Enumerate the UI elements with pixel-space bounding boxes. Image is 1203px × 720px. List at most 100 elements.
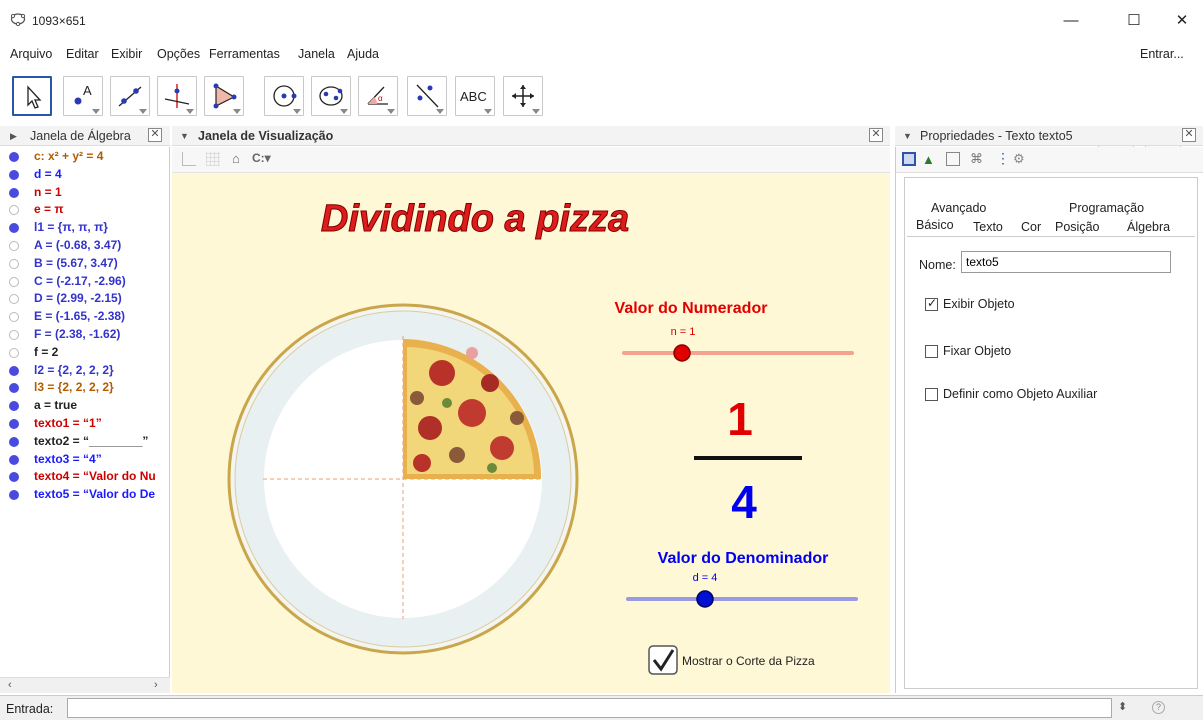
hidden-dot-icon[interactable] [9, 258, 19, 269]
algebra-close-icon[interactable]: ✕ [148, 128, 162, 142]
visible-dot-icon[interactable] [9, 152, 19, 162]
fix-object-checkbox[interactable] [925, 345, 938, 358]
visible-dot-icon[interactable] [9, 436, 19, 447]
algebra-item[interactable]: c: x² + y² = 4 [0, 148, 170, 165]
tab-cor[interactable]: Cor [1021, 220, 1041, 234]
minimize-button[interactable]: — [1057, 8, 1085, 34]
scroll-right-icon[interactable]: › [154, 679, 158, 691]
visible-dot-icon[interactable] [9, 365, 19, 376]
algebra-item[interactable]: F = (2.38, -1.62) [0, 326, 170, 343]
grid-toggle-icon[interactable] [206, 152, 220, 166]
hidden-dot-icon[interactable] [9, 241, 19, 251]
visible-dot-icon[interactable] [9, 472, 19, 483]
visible-dot-icon[interactable] [9, 490, 19, 501]
layout-props-icon[interactable] [946, 152, 960, 166]
collapse-triangle-icon[interactable]: ▼ [180, 126, 189, 146]
visible-dot-icon[interactable] [9, 383, 19, 394]
shapes-props-icon[interactable]: ▲ [922, 152, 935, 167]
move-view-tool-button[interactable] [503, 76, 543, 116]
tab-algebra[interactable]: Álgebra [1127, 220, 1170, 234]
algebra-item[interactable]: texto5 = “Valor do De [0, 486, 170, 503]
numerator-slider-handle[interactable] [673, 344, 691, 362]
graphics-props-icon[interactable] [902, 152, 916, 166]
advanced-props-icon[interactable]: ⚙ [1013, 151, 1025, 167]
polygon-tool-button[interactable] [204, 76, 244, 116]
menu-ajuda[interactable]: Ajuda [347, 47, 379, 61]
algebra-item[interactable]: texto1 = “1” [0, 415, 170, 432]
menu-opcoes[interactable]: Opções [157, 47, 200, 61]
visible-dot-icon[interactable] [9, 401, 19, 412]
algebra-item[interactable]: D = (2.99, -2.15) [0, 290, 170, 307]
graphics-canvas[interactable]: Dividindo a pizza Valor do Numerador n =… [172, 173, 890, 693]
visible-dot-icon[interactable] [9, 419, 19, 429]
perpendicular-tool-button[interactable] [157, 76, 197, 116]
close-button[interactable]: ✕ [1168, 8, 1196, 34]
angle-tool-button[interactable]: α [358, 76, 398, 116]
denominator-slider-handle[interactable] [696, 590, 714, 608]
hidden-dot-icon[interactable] [9, 276, 19, 287]
visible-dot-icon[interactable] [9, 454, 19, 465]
visible-dot-icon[interactable] [9, 223, 19, 234]
aux-object-checkbox[interactable] [925, 388, 938, 401]
menu-janela[interactable]: Janela [298, 47, 335, 61]
scroll-left-icon[interactable]: ‹ [8, 679, 12, 691]
hidden-dot-icon[interactable] [9, 330, 19, 340]
line-tool-button[interactable] [110, 76, 150, 116]
algebra-item[interactable]: texto2 = “________” [0, 433, 170, 450]
tab-posicao[interactable]: Posição [1055, 220, 1099, 234]
visible-dot-icon[interactable] [9, 169, 19, 180]
tab-programacao[interactable]: Programação [1069, 201, 1144, 215]
algebra-props-icon[interactable]: ⌘ [970, 151, 983, 167]
algebra-item[interactable]: l1 = {π, π, π} [0, 219, 170, 236]
menu-arquivo[interactable]: Arquivo [10, 47, 52, 61]
menu-editar[interactable]: Editar [66, 47, 99, 61]
algebra-item-text: l2 = {2, 2, 2, 2} [34, 362, 114, 377]
axes-toggle-icon[interactable] [182, 152, 196, 166]
properties-collapse-icon[interactable]: ▼ [903, 126, 912, 146]
algebra-item[interactable]: e = π [0, 201, 170, 218]
move-tool-button[interactable] [12, 76, 52, 116]
hidden-dot-icon[interactable] [9, 205, 19, 216]
algebra-item[interactable]: l2 = {2, 2, 2, 2} [0, 362, 170, 379]
algebra-item[interactable]: texto3 = “4” [0, 451, 170, 468]
algebra-item[interactable]: E = (-1.65, -2.38) [0, 308, 170, 325]
algebra-item[interactable]: l3 = {2, 2, 2, 2} [0, 379, 170, 396]
tab-avancado[interactable]: Avançado [931, 201, 986, 215]
input-field[interactable] [67, 698, 1112, 718]
name-input[interactable] [961, 251, 1171, 273]
login-link[interactable]: Entrar... [1140, 47, 1184, 61]
maximize-button[interactable]: ☐ [1120, 8, 1148, 34]
input-help-icon[interactable]: ? [1152, 701, 1165, 714]
show-object-checkbox[interactable]: ✓ [925, 296, 938, 311]
point-tool-button[interactable]: A [63, 76, 103, 116]
tab-texto[interactable]: Texto [973, 220, 1003, 234]
algebra-item[interactable]: a = true [0, 397, 170, 414]
algebra-item[interactable]: B = (5.67, 3.47) [0, 255, 170, 272]
algebra-item[interactable]: f = 2 [0, 344, 170, 361]
menu-exibir[interactable]: Exibir [111, 47, 142, 61]
hidden-dot-icon[interactable] [9, 294, 19, 305]
point-capture-icon[interactable]: C:▾ [252, 151, 271, 165]
reflect-tool-button[interactable] [407, 76, 447, 116]
algebra-item[interactable]: texto4 = “Valor do Nu [0, 468, 170, 485]
algebra-horizontal-scrollbar[interactable]: ‹ › [0, 677, 170, 693]
properties-close-icon[interactable]: ✕ [1182, 128, 1196, 142]
hidden-dot-icon[interactable] [9, 312, 19, 323]
circle-tool-button[interactable] [264, 76, 304, 116]
text-tool-button[interactable]: ABC [455, 76, 495, 116]
conic-tool-button[interactable] [311, 76, 351, 116]
algebra-item[interactable]: A = (-0.68, 3.47) [0, 237, 170, 254]
visible-dot-icon[interactable] [9, 187, 19, 198]
algebra-item[interactable]: C = (-2.17, -2.96) [0, 273, 170, 290]
pizza-cut-checkbox[interactable] [648, 645, 678, 675]
home-icon[interactable]: ⌂ [232, 151, 240, 166]
graphics-close-icon[interactable]: ✕ [869, 128, 883, 142]
defaults-props-icon[interactable]: ⋮ [996, 150, 1010, 167]
tab-basico[interactable]: Básico [916, 218, 954, 232]
algebra-item[interactable]: d = 4 [0, 166, 170, 183]
hidden-dot-icon[interactable] [9, 347, 19, 358]
algebra-item[interactable]: n = 1 [0, 184, 170, 201]
menu-ferramentas[interactable]: Ferramentas [209, 47, 280, 61]
history-spinner-icon[interactable]: ⬍ [1118, 700, 1127, 713]
expand-triangle-icon[interactable]: ▶ [10, 126, 17, 146]
